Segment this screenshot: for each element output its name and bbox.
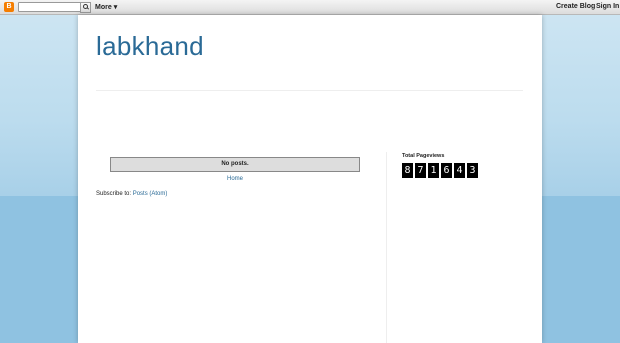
counter-digit: 7 — [415, 163, 426, 178]
blogger-logo-icon[interactable]: B — [4, 2, 14, 12]
home-link[interactable]: Home — [110, 176, 360, 182]
blog-page: labkhand No posts. Home Subscribe to: Po… — [78, 15, 542, 343]
counter-digit: 1 — [428, 163, 439, 178]
counter-digit: 3 — [467, 163, 478, 178]
subscribe-line: Subscribe to: Posts (Atom) — [96, 191, 167, 197]
counter-digit: 8 — [402, 163, 413, 178]
navbar: B More ▾ Create Blog Sign In — [0, 0, 620, 15]
search-button[interactable] — [80, 2, 91, 13]
create-blog-link[interactable]: Create Blog — [556, 3, 595, 10]
pageviews-title: Total Pageviews — [402, 153, 445, 159]
posts-atom-link[interactable]: Posts (Atom) — [133, 191, 168, 197]
header-divider — [96, 90, 523, 91]
sign-in-link[interactable]: Sign In — [596, 3, 619, 10]
counter-digit: 4 — [454, 163, 465, 178]
no-posts-message: No posts. — [110, 157, 360, 172]
search-input[interactable] — [18, 2, 86, 12]
blog-title[interactable]: labkhand — [96, 31, 204, 62]
subscribe-label: Subscribe to: — [96, 191, 132, 197]
pageviews-counter: 8 7 1 6 4 3 — [402, 163, 480, 178]
more-label: More — [95, 4, 112, 11]
caret-down-icon: ▾ — [113, 4, 118, 11]
sidebar-divider — [386, 152, 387, 343]
more-menu[interactable]: More ▾ — [95, 3, 117, 11]
counter-digit: 6 — [441, 163, 452, 178]
